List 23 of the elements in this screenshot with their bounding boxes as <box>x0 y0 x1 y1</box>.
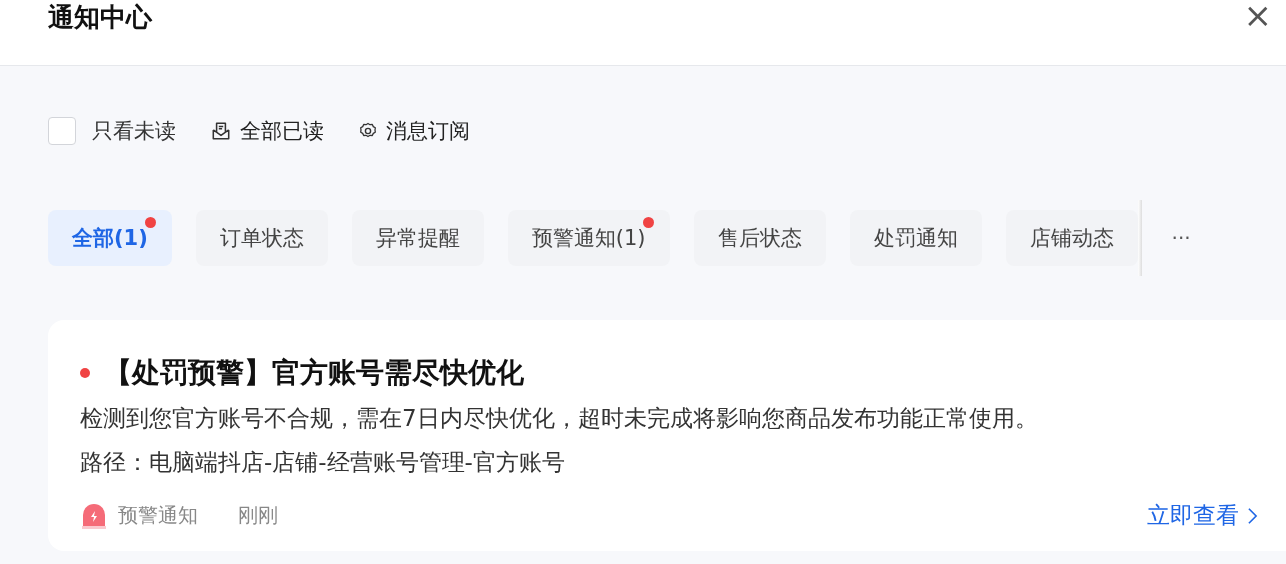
notice-path: 路径：电脑端抖店-店铺-经营账号管理-官方账号 <box>80 448 566 477</box>
panel-title: 通知中心 <box>48 1 152 34</box>
mark-all-read-button[interactable]: 全部已读 <box>210 117 324 145</box>
subscribe-button[interactable]: 消息订阅 <box>358 117 470 145</box>
category-tab[interactable]: 全部(1) <box>48 210 172 266</box>
alarm-icon <box>80 501 108 530</box>
category-tab[interactable]: 售后状态 <box>693 210 826 266</box>
unread-only-checkbox[interactable] <box>48 117 76 145</box>
open-envelope-icon <box>210 120 232 142</box>
category-tab[interactable]: 预警通知(1) <box>507 210 670 266</box>
category-tab[interactable]: 店铺动态 <box>1005 210 1138 266</box>
notice-text: 检测到您官方账号不合规，需在7日内尽快优化，超时未完成将影响您商品发布功能正常使用。 <box>80 404 1039 433</box>
category-tab[interactable]: 订单状态 <box>195 210 328 266</box>
notice-title: 【处罚预警】官方账号需尽快优化 <box>104 355 524 391</box>
notice-category: 预警通知 <box>118 502 198 529</box>
close-button[interactable]: × <box>1243 0 1286 30</box>
unread-only-label: 只看未读 <box>92 118 176 145</box>
category-tab[interactable]: 异常提醒 <box>351 210 484 266</box>
notice-time: 刚刚 <box>238 502 278 529</box>
view-now-link[interactable]: 立即查看 <box>1147 500 1258 531</box>
more-button[interactable]: ··· <box>1165 225 1197 251</box>
chevron-right-icon <box>1247 506 1258 525</box>
category-tab[interactable]: 处罚通知 <box>849 210 982 266</box>
